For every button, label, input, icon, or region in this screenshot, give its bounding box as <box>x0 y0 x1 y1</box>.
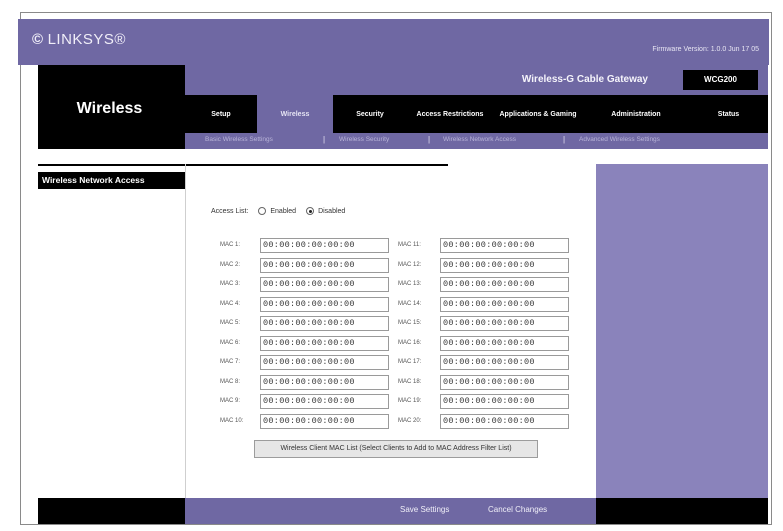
mac-address-field[interactable]: 00:00:00:00:00:00 <box>260 296 389 312</box>
mac-address-field[interactable]: 00:00:00:00:00:00 <box>260 257 389 273</box>
mac-address-field[interactable]: 00:00:00:00:00:00 <box>260 355 389 370</box>
mac-address-field[interactable]: 00:00:00:00:00:00 <box>440 374 569 390</box>
mac-address-field[interactable]: 00:00:00:00:00:00 <box>440 413 569 429</box>
mac-address-field[interactable]: 00:00:00:00:00:00 <box>260 277 389 292</box>
access-disabled-label: Disabled <box>318 207 346 215</box>
sub-tabs: Basic Wireless Settings | Wireless Secur… <box>185 133 768 149</box>
subtab-separator: | <box>428 135 431 144</box>
mac-label: MAC 9: <box>220 398 241 404</box>
mac-label: MAC 4: <box>220 300 241 307</box>
access-list-label: Access List: <box>211 207 249 215</box>
mac-address-field[interactable]: 00:00:00:00:00:00 <box>440 257 569 273</box>
model-badge: WCG200 <box>683 70 758 90</box>
mac-address-field[interactable]: 00:00:00:00:00:00 <box>440 394 569 409</box>
mac-label: MAC 7: <box>220 359 241 365</box>
mac-address-field[interactable]: 00:00:00:00:00:00 <box>440 296 569 312</box>
mac-address-field[interactable]: 00:00:00:00:00:00 <box>260 335 389 351</box>
mac-label: MAC 15: <box>398 320 422 326</box>
firmware-version: Firmware Version: 1.0.0 Jun 17 05 <box>652 46 759 53</box>
mac-address-field[interactable]: 00:00:00:00:00:00 <box>260 413 389 429</box>
left-column <box>38 164 185 498</box>
mac-label: MAC 10: <box>220 417 244 424</box>
footer-left <box>38 498 185 524</box>
mac-label: MAC 1: <box>220 242 241 248</box>
product-bar: Wireless-G Cable Gateway WCG200 <box>185 65 768 95</box>
tab-access-restrictions[interactable]: Access Restrictions <box>407 95 493 133</box>
mac-label: MAC 6: <box>220 339 241 346</box>
tab-setup[interactable]: Setup <box>185 95 257 133</box>
cancel-changes-button[interactable]: Cancel Changes <box>488 505 547 514</box>
tab-applications-gaming[interactable]: Applications & Gaming <box>493 95 583 133</box>
subtab-separator: | <box>323 135 326 144</box>
mac-address-field[interactable]: 00:00:00:00:00:00 <box>440 355 569 370</box>
access-list-row: Access List: Enabled Disabled <box>211 207 345 215</box>
tab-wireless[interactable]: Wireless <box>257 95 333 133</box>
header-bar: © LINKSYS® Firmware Version: 1.0.0 Jun 17… <box>18 19 769 65</box>
sidebar-heading: Wireless Network Access <box>38 172 185 189</box>
mac-address-field[interactable]: 00:00:00:00:00:00 <box>260 374 389 390</box>
subtab-wireless-security[interactable]: Wireless Security <box>339 136 389 143</box>
mac-address-field[interactable]: 00:00:00:00:00:00 <box>440 277 569 292</box>
tab-status[interactable]: Status <box>689 95 768 133</box>
mac-label: MAC 5: <box>220 320 241 326</box>
access-enabled-radio[interactable] <box>258 207 267 215</box>
subtab-separator: | <box>563 135 566 144</box>
access-disabled-radio[interactable] <box>306 207 315 215</box>
subtab-advanced-wireless-settings[interactable]: Advanced Wireless Settings <box>579 136 660 143</box>
divider <box>185 164 186 498</box>
mac-label: MAC 12: <box>398 261 422 268</box>
mac-label: MAC 14: <box>398 300 422 307</box>
linksys-logo: © LINKSYS® <box>32 31 126 48</box>
mac-address-field[interactable]: 00:00:00:00:00:00 <box>440 238 569 253</box>
subtab-wireless-network-access[interactable]: Wireless Network Access <box>443 136 516 143</box>
section-title: Wireless <box>76 100 143 117</box>
mac-address-field[interactable]: 00:00:00:00:00:00 <box>440 316 569 331</box>
mac-label: MAC 13: <box>398 281 422 287</box>
mac-label: MAC 19: <box>398 398 422 404</box>
mac-label: MAC 17: <box>398 359 422 365</box>
mac-label: MAC 3: <box>220 281 241 287</box>
main-tabs: Setup Wireless Security Access Restricti… <box>185 95 768 133</box>
mac-address-field[interactable]: 00:00:00:00:00:00 <box>260 316 389 331</box>
access-enabled-label: Enabled <box>270 207 297 215</box>
mac-label: MAC 20: <box>398 417 422 424</box>
mac-address-field[interactable]: 00:00:00:00:00:00 <box>440 335 569 351</box>
footer-right <box>596 498 768 524</box>
mac-address-field[interactable]: 00:00:00:00:00:00 <box>260 394 389 409</box>
help-column <box>596 164 768 498</box>
mac-address-field[interactable]: 00:00:00:00:00:00 <box>260 238 389 253</box>
product-name: Wireless-G Cable Gateway <box>521 74 648 85</box>
tab-administration[interactable]: Administration <box>583 95 689 133</box>
mac-label: MAC 2: <box>220 261 241 268</box>
save-settings-button[interactable]: Save Settings <box>400 505 449 514</box>
mac-label: MAC 16: <box>398 339 422 346</box>
subtab-basic-wireless-settings[interactable]: Basic Wireless Settings <box>205 136 273 143</box>
mac-label: MAC 11: <box>398 242 421 248</box>
tab-security[interactable]: Security <box>333 95 407 133</box>
mac-label: MAC 18: <box>398 378 422 385</box>
mac-label: MAC 8: <box>220 378 241 385</box>
wireless-client-mac-list-button[interactable]: Wireless Client MAC List (Select Clients… <box>254 440 538 458</box>
